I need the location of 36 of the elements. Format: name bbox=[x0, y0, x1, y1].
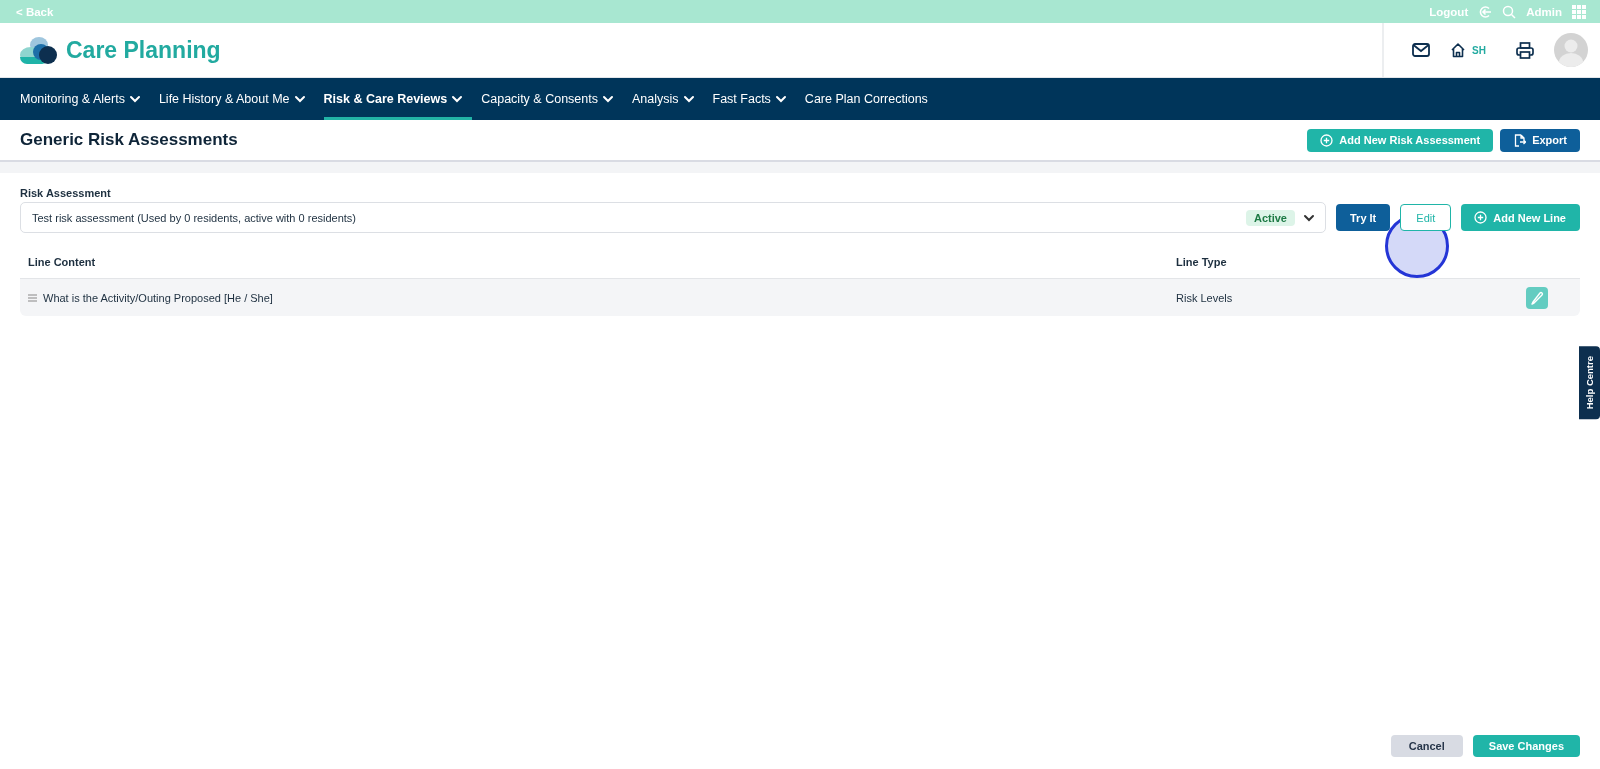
edit-line-button[interactable] bbox=[1526, 286, 1548, 309]
app-name: Care Planning bbox=[66, 36, 221, 64]
plus-circle-icon bbox=[1320, 133, 1334, 147]
column-header: Line Type bbox=[1176, 255, 1228, 268]
home-icon[interactable] bbox=[1450, 42, 1467, 58]
assessment-select[interactable]: Test risk assessment (Used by 0 residents, active with 0 residents) Active bbox=[20, 202, 1326, 233]
home-code: SH bbox=[1472, 44, 1486, 56]
status-badge: Active bbox=[1245, 209, 1295, 226]
logout-icon[interactable] bbox=[1478, 4, 1493, 19]
nav-tab[interactable]: Monitoring & Alerts bbox=[20, 78, 150, 120]
try-button[interactable]: Try It bbox=[1336, 204, 1391, 231]
nav-tab[interactable]: Fast Facts bbox=[712, 78, 796, 120]
plus-circle-icon bbox=[1474, 211, 1488, 224]
apps-grid-icon[interactable] bbox=[1572, 4, 1586, 19]
pencil-icon bbox=[1530, 290, 1544, 305]
nav-tab[interactable]: Analysis bbox=[631, 78, 704, 120]
nav-tab[interactable]: Capacity & Consents bbox=[481, 78, 623, 120]
column-header: Line Content bbox=[28, 255, 97, 268]
avatar-icon[interactable] bbox=[1554, 33, 1588, 67]
nav-tab[interactable]: Risk & Care Reviews bbox=[323, 78, 473, 120]
help-centre-tab[interactable]: Help Centre bbox=[1579, 346, 1600, 420]
export-button[interactable]: Export bbox=[1500, 128, 1580, 152]
printer-icon[interactable] bbox=[1516, 41, 1534, 59]
cancel-button[interactable]: Cancel bbox=[1390, 735, 1463, 757]
table-cell: What is the Activity/Outing Proposed [He / She] bbox=[43, 291, 273, 304]
nav-tab[interactable]: Care Plan Corrections bbox=[804, 78, 937, 120]
nav-tab[interactable]: Life History & About Me bbox=[158, 78, 315, 120]
page-title: Generic Risk Assessments bbox=[20, 130, 238, 150]
search-icon[interactable] bbox=[1502, 4, 1517, 19]
mail-icon[interactable] bbox=[1412, 43, 1431, 57]
file-export-icon bbox=[1513, 133, 1527, 147]
logo-icon bbox=[19, 35, 59, 65]
drag-handle-icon bbox=[28, 293, 37, 302]
chevron-down-icon bbox=[1303, 212, 1315, 223]
field-label: Risk Assessment bbox=[20, 187, 112, 199]
table-cell-text: Risk Levels bbox=[1176, 291, 1234, 304]
